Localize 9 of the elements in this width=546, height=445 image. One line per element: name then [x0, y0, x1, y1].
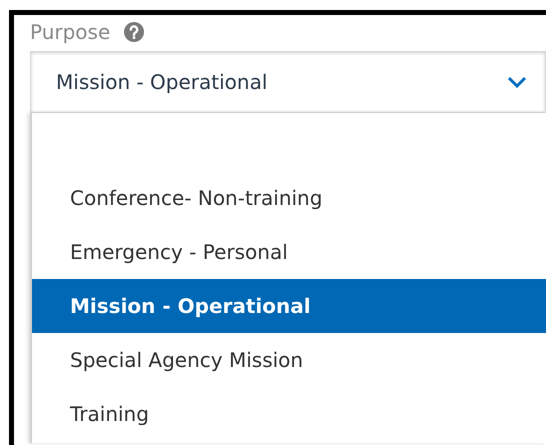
help-icon[interactable] [124, 22, 144, 42]
dropdown-option[interactable]: Special Agency Mission [32, 333, 546, 387]
purpose-dropdown[interactable]: Mission - Operational [30, 51, 546, 113]
field-label: Purpose [30, 20, 110, 44]
dropdown-option[interactable]: Mission - Operational [32, 279, 546, 333]
dropdown-option[interactable]: Training [32, 387, 546, 441]
dropdown-option[interactable]: Emergency - Personal [32, 225, 546, 279]
dropdown-option[interactable]: Conference- Non-training [32, 171, 546, 225]
chevron-down-icon [507, 76, 527, 88]
